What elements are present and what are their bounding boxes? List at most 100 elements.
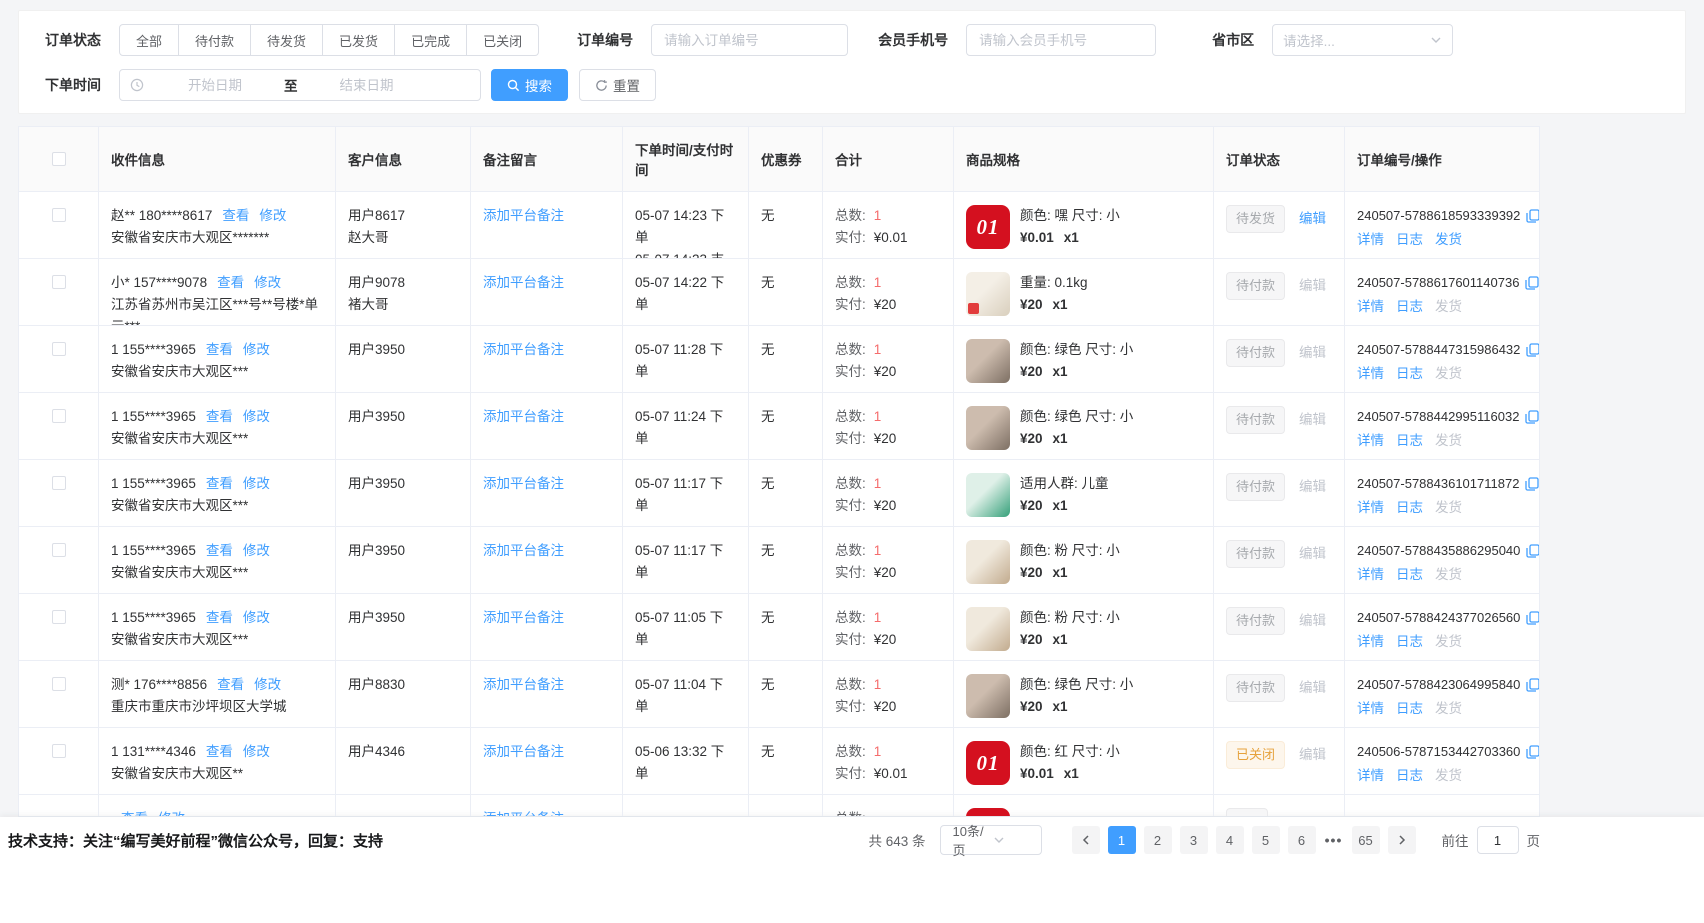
ship-link[interactable]: 发货	[1435, 698, 1462, 720]
modify-link[interactable]: 修改	[243, 473, 270, 495]
modify-link[interactable]: 修改	[259, 205, 286, 227]
view-link[interactable]: 查看	[206, 339, 233, 361]
add-remark-link[interactable]: 添加平台备注	[483, 476, 564, 491]
detail-link[interactable]: 详情	[1357, 765, 1384, 787]
next-page-button[interactable]	[1388, 826, 1416, 854]
log-link[interactable]: 日志	[1396, 229, 1423, 251]
modify-link[interactable]: 修改	[243, 741, 270, 763]
add-remark-link[interactable]: 添加平台备注	[483, 409, 564, 424]
view-link[interactable]: 查看	[217, 272, 244, 294]
log-link[interactable]: 日志	[1396, 564, 1423, 586]
page-button-1[interactable]: 1	[1108, 826, 1136, 854]
modify-link[interactable]: 修改	[254, 674, 281, 696]
page-button-6[interactable]: 6	[1288, 826, 1316, 854]
add-remark-link[interactable]: 添加平台备注	[483, 342, 564, 357]
log-link[interactable]: 日志	[1396, 631, 1423, 653]
add-remark-link[interactable]: 添加平台备注	[483, 744, 564, 759]
detail-link[interactable]: 详情	[1357, 363, 1384, 385]
add-remark-link[interactable]: 添加平台备注	[483, 543, 564, 558]
search-button[interactable]: 搜索	[491, 69, 568, 101]
detail-link[interactable]: 详情	[1357, 497, 1384, 519]
edit-status-link[interactable]: 编辑	[1299, 211, 1326, 226]
copy-icon[interactable]	[1526, 343, 1539, 357]
add-remark-link[interactable]: 添加平台备注	[483, 610, 564, 625]
row-checkbox[interactable]	[52, 342, 66, 356]
edit-status-link[interactable]: 编辑	[1299, 613, 1326, 628]
copy-icon[interactable]	[1526, 209, 1539, 223]
add-remark-link[interactable]: 添加平台备注	[483, 677, 564, 692]
view-link[interactable]: 查看	[206, 473, 233, 495]
view-link[interactable]: 查看	[222, 205, 249, 227]
view-link[interactable]: 查看	[217, 674, 244, 696]
log-link[interactable]: 日志	[1396, 430, 1423, 452]
ship-link[interactable]: 发货	[1435, 229, 1462, 251]
row-checkbox[interactable]	[52, 677, 66, 691]
log-link[interactable]: 日志	[1396, 497, 1423, 519]
goto-page-input[interactable]	[1477, 826, 1519, 854]
row-checkbox[interactable]	[52, 476, 66, 490]
select-all-checkbox[interactable]	[52, 152, 66, 166]
row-checkbox[interactable]	[52, 610, 66, 624]
date-start-input[interactable]	[150, 78, 280, 93]
page-button-5[interactable]: 5	[1252, 826, 1280, 854]
status-tab-4[interactable]: 已完成	[395, 24, 467, 56]
page-button-2[interactable]: 2	[1144, 826, 1172, 854]
log-link[interactable]: 日志	[1396, 765, 1423, 787]
view-link[interactable]: 查看	[206, 741, 233, 763]
log-link[interactable]: 日志	[1396, 363, 1423, 385]
ship-link[interactable]: 发货	[1435, 296, 1462, 318]
status-tab-0[interactable]: 全部	[119, 24, 179, 56]
copy-icon[interactable]	[1526, 611, 1539, 625]
date-end-input[interactable]	[302, 78, 432, 93]
more-pages-icon[interactable]: •••	[1320, 832, 1348, 848]
edit-status-link[interactable]: 编辑	[1299, 345, 1326, 360]
modify-link[interactable]: 修改	[243, 540, 270, 562]
edit-status-link[interactable]: 编辑	[1299, 546, 1326, 561]
page-button-65[interactable]: 65	[1352, 826, 1380, 854]
ship-link[interactable]: 发货	[1435, 564, 1462, 586]
ship-link[interactable]: 发货	[1435, 497, 1462, 519]
log-link[interactable]: 日志	[1396, 296, 1423, 318]
edit-status-link[interactable]: 编辑	[1299, 278, 1326, 293]
modify-link[interactable]: 修改	[243, 607, 270, 629]
edit-status-link[interactable]: 编辑	[1299, 479, 1326, 494]
modify-link[interactable]: 修改	[158, 808, 185, 817]
row-checkbox[interactable]	[52, 744, 66, 758]
copy-icon[interactable]	[1526, 745, 1539, 759]
row-checkbox[interactable]	[52, 543, 66, 557]
ship-link[interactable]: 发货	[1435, 363, 1462, 385]
edit-status-link[interactable]: 编辑	[1299, 680, 1326, 695]
detail-link[interactable]: 详情	[1357, 698, 1384, 720]
ship-link[interactable]: 发货	[1435, 430, 1462, 452]
row-checkbox[interactable]	[52, 409, 66, 423]
member-phone-input[interactable]	[966, 24, 1156, 56]
copy-icon[interactable]	[1526, 544, 1539, 558]
log-link[interactable]: 日志	[1396, 698, 1423, 720]
row-checkbox[interactable]	[52, 275, 66, 289]
view-link[interactable]: 查看	[206, 406, 233, 428]
status-tab-2[interactable]: 待发货	[251, 24, 323, 56]
ship-link[interactable]: 发货	[1435, 765, 1462, 787]
status-tab-3[interactable]: 已发货	[323, 24, 395, 56]
copy-icon[interactable]	[1525, 410, 1539, 424]
region-select[interactable]: 请选择...	[1272, 24, 1453, 56]
row-checkbox[interactable]	[52, 208, 66, 222]
copy-icon[interactable]	[1526, 678, 1539, 692]
ship-link[interactable]: 发货	[1435, 631, 1462, 653]
date-range-picker[interactable]: 至	[119, 69, 481, 101]
detail-link[interactable]: 详情	[1357, 296, 1384, 318]
modify-link[interactable]: 修改	[254, 272, 281, 294]
detail-link[interactable]: 详情	[1357, 430, 1384, 452]
modify-link[interactable]: 修改	[243, 339, 270, 361]
add-remark-link[interactable]: 添加平台备注	[483, 275, 564, 290]
page-button-3[interactable]: 3	[1180, 826, 1208, 854]
add-remark-link[interactable]: 添加平台备注	[483, 208, 564, 223]
view-link[interactable]: 查看	[206, 607, 233, 629]
prev-page-button[interactable]	[1072, 826, 1100, 854]
view-link[interactable]: 查看	[121, 808, 148, 817]
view-link[interactable]: 查看	[206, 540, 233, 562]
order-no-input[interactable]	[651, 24, 848, 56]
page-button-4[interactable]: 4	[1216, 826, 1244, 854]
detail-link[interactable]: 详情	[1357, 631, 1384, 653]
copy-icon[interactable]	[1525, 276, 1539, 290]
